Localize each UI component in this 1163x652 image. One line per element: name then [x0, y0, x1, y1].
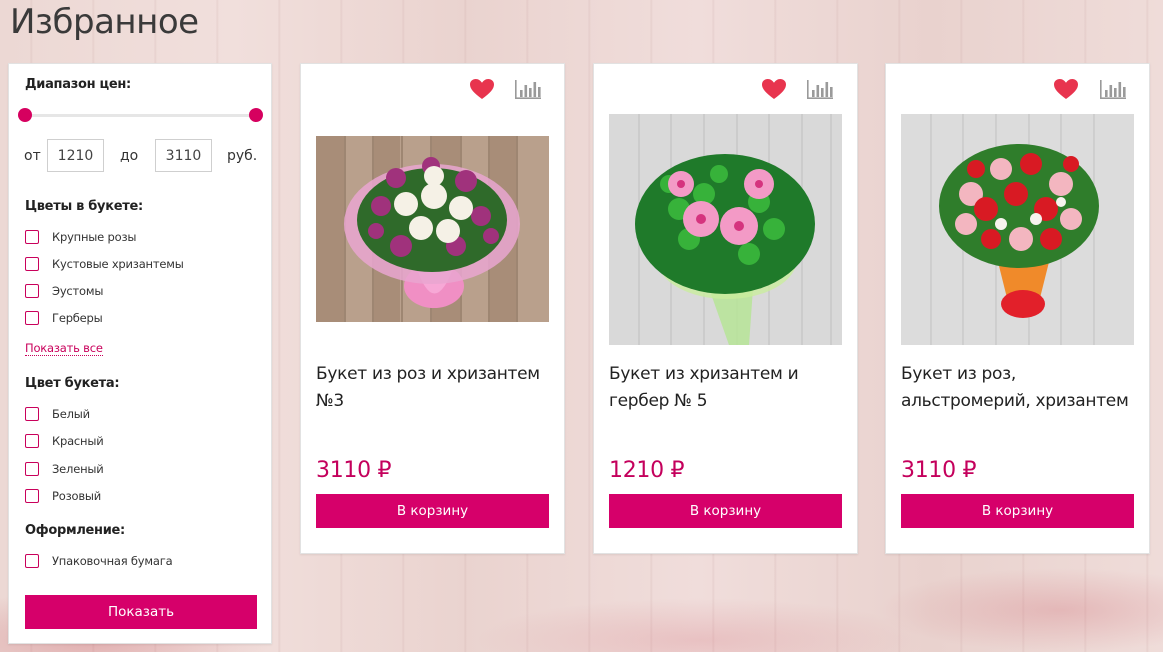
product-card: Букет из хризантем и гербер № 5 1210 ₽ В…	[593, 63, 858, 554]
product-image[interactable]	[901, 114, 1134, 345]
filter-option-label: Эустомы	[52, 284, 104, 298]
filter-sidebar: Диапазон цен: от до руб. Цветы в букете:…	[8, 63, 272, 644]
filter-option-label: Зеленый	[52, 462, 104, 476]
price-max-input[interactable]	[155, 139, 212, 172]
filter-option-label: Красный	[52, 434, 104, 448]
checkbox[interactable]	[25, 462, 39, 476]
price-range-max-handle[interactable]	[249, 108, 263, 122]
price-to-label: до	[120, 148, 139, 164]
price-range-track[interactable]	[25, 114, 257, 117]
compare-chart-icon[interactable]	[514, 78, 542, 100]
filter-option-large-roses[interactable]: Крупные розы	[25, 229, 265, 247]
filter-option-wrapping-paper[interactable]: Упаковочная бумага	[25, 553, 265, 571]
add-to-cart-button[interactable]: В корзину	[901, 494, 1134, 528]
decoration-filter-title: Оформление:	[25, 523, 125, 538]
filter-option-eustomas[interactable]: Эустомы	[25, 283, 265, 301]
product-price: 3110 ₽	[901, 458, 977, 483]
add-to-cart-button[interactable]: В корзину	[609, 494, 842, 528]
show-all-link[interactable]: Показать все	[25, 341, 103, 356]
heart-icon[interactable]	[469, 78, 495, 100]
show-results-button[interactable]: Показать	[25, 595, 257, 629]
price-range-min-handle[interactable]	[18, 108, 32, 122]
filter-option-label: Упаковочная бумага	[52, 554, 173, 568]
product-title[interactable]: Букет из хризантем и гербер № 5	[609, 361, 847, 415]
filter-option-label: Крупные розы	[52, 230, 137, 244]
color-filter-title: Цвет букета:	[25, 376, 120, 391]
filter-option-label: Белый	[52, 407, 90, 421]
price-inputs-row: от до руб.	[24, 139, 264, 173]
product-price: 1210 ₽	[609, 458, 685, 483]
checkbox[interactable]	[25, 434, 39, 448]
product-image[interactable]	[609, 114, 842, 345]
filter-option-spray-chrysanthemums[interactable]: Кустовые хризантемы	[25, 256, 265, 274]
product-title[interactable]: Букет из роз и хризантем №3	[316, 361, 554, 415]
price-currency-label: руб.	[227, 148, 258, 164]
filter-option-label: Герберы	[52, 311, 103, 325]
price-range-title: Диапазон цен:	[25, 77, 131, 92]
compare-chart-icon[interactable]	[1099, 78, 1127, 100]
checkbox[interactable]	[25, 230, 39, 244]
filter-option-red[interactable]: Красный	[25, 433, 265, 451]
product-image[interactable]	[316, 136, 549, 322]
filter-option-gerberas[interactable]: Герберы	[25, 310, 265, 328]
checkbox[interactable]	[25, 489, 39, 503]
product-title[interactable]: Букет из роз, альстромерий, хризантем	[901, 361, 1139, 415]
checkbox[interactable]	[25, 407, 39, 421]
page-title: Избранное	[10, 2, 199, 42]
filter-option-label: Розовый	[52, 489, 102, 503]
filter-option-pink[interactable]: Розовый	[25, 488, 265, 506]
compare-chart-icon[interactable]	[806, 78, 834, 100]
heart-icon[interactable]	[761, 78, 787, 100]
product-price: 3110 ₽	[316, 458, 392, 483]
price-from-label: от	[24, 148, 41, 164]
product-card: Букет из роз, альстромерий, хризантем 31…	[885, 63, 1150, 554]
price-min-input[interactable]	[47, 139, 104, 172]
heart-icon[interactable]	[1053, 78, 1079, 100]
checkbox[interactable]	[25, 554, 39, 568]
checkbox[interactable]	[25, 284, 39, 298]
flowers-filter-title: Цветы в букете:	[25, 199, 143, 214]
checkbox[interactable]	[25, 257, 39, 271]
product-card: Букет из роз и хризантем №3 3110 ₽ В кор…	[300, 63, 565, 554]
checkbox[interactable]	[25, 311, 39, 325]
add-to-cart-button[interactable]: В корзину	[316, 494, 549, 528]
filter-option-green[interactable]: Зеленый	[25, 461, 265, 479]
filter-option-label: Кустовые хризантемы	[52, 257, 184, 271]
filter-option-white[interactable]: Белый	[25, 406, 265, 424]
